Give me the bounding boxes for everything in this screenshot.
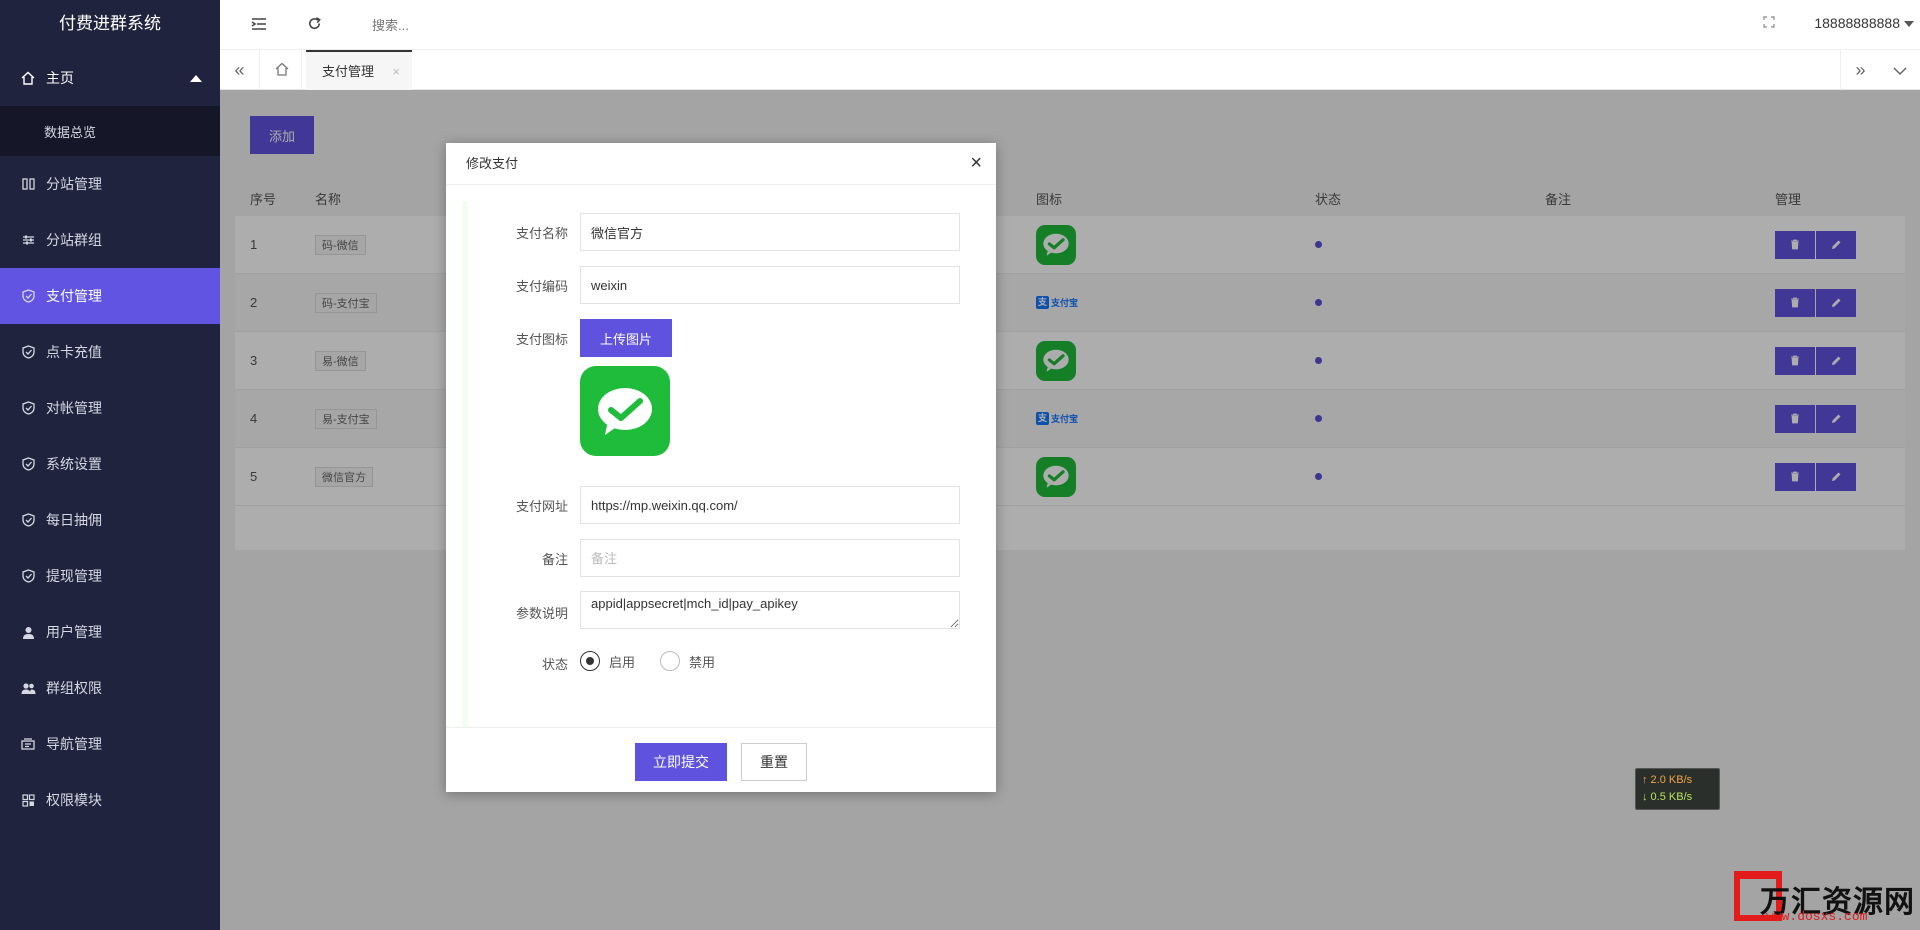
modal-title: 修改支付 (446, 143, 996, 185)
label-note: 备注 (541, 552, 568, 567)
modal-form: 支付名称 支付编码 支付图标 上传图片 支付网址 备注 (468, 201, 966, 727)
home-tab-icon[interactable] (262, 50, 302, 90)
sidebar-item-home[interactable]: 主页 (0, 50, 220, 106)
sidebar-item-label: 用户管理 (46, 624, 102, 640)
modal-footer: 立即提交 重置 (446, 727, 996, 792)
user-menu[interactable]: 18888888888 (1814, 15, 1914, 31)
fullscreen-icon[interactable] (1763, 15, 1775, 31)
sidebar-item[interactable]: 对帐管理 (0, 380, 220, 436)
shield-check-icon (20, 400, 36, 416)
label-code: 支付编码 (515, 279, 568, 294)
shield-check-icon (20, 344, 36, 360)
params-textarea[interactable]: appid|appsecret|mch_id|pay_apikey (580, 591, 960, 629)
tab-close-icon[interactable]: × (392, 52, 400, 92)
menu-collapse-icon[interactable] (248, 14, 270, 36)
radio-label-enable: 启用 (609, 654, 636, 670)
label-url: 支付网址 (515, 499, 568, 514)
status-disable-radio[interactable]: 禁用 (660, 651, 715, 671)
tabs-bar: « 支付管理 × » (220, 50, 1920, 90)
search-input[interactable] (372, 12, 572, 38)
sidebar-item[interactable]: 每日抽佣 (0, 492, 220, 548)
sidebar-item-label: 每日抽佣 (46, 512, 102, 528)
nav-icon (20, 736, 36, 752)
username: 18888888888 (1814, 15, 1900, 31)
sidebar-item-label: 对帐管理 (46, 400, 102, 416)
home-icon (20, 70, 36, 86)
sidebar-item-label: 群组权限 (46, 680, 102, 696)
app-title: 付费进群系统 (59, 14, 161, 33)
dropdown-icon (1904, 21, 1914, 28)
tab-label: 支付管理 (322, 64, 375, 79)
sidebar-item[interactable]: 点卡充值 (0, 324, 220, 380)
sidebar-item-label: 系统设置 (46, 456, 102, 472)
label-status: 状态 (541, 657, 568, 672)
sidebar: 付费进群系统 主页 数据总览 分站管理分站群组支付管理点卡充值对帐管理系统设置每… (0, 0, 220, 930)
radio-checked-icon (580, 651, 600, 671)
upload-speed: ↑ 2.0 KB/s (1642, 774, 1693, 786)
sidebar-item[interactable]: 权限模块 (0, 772, 220, 828)
payment-code-input[interactable] (580, 266, 960, 304)
sidebar-item[interactable]: 分站管理 (0, 156, 220, 212)
payment-url-input[interactable] (580, 486, 960, 524)
sliders-icon (20, 232, 36, 248)
shield-check-icon (20, 456, 36, 472)
watermark-url: www.dosxs.com (1766, 909, 1868, 924)
reset-button[interactable]: 重置 (741, 743, 807, 781)
caret-up-icon (190, 75, 202, 82)
upload-image-button[interactable]: 上传图片 (580, 319, 672, 357)
sidebar-subitem-overview[interactable]: 数据总览 (0, 106, 220, 156)
modal-body: 支付名称 支付编码 支付图标 上传图片 支付网址 备注 (462, 201, 966, 727)
sidebar-item[interactable]: 提现管理 (0, 548, 220, 604)
sidebar-item[interactable]: 分站群组 (0, 212, 220, 268)
sidebar-item-label: 提现管理 (46, 568, 102, 584)
shield-check-icon (20, 568, 36, 584)
note-input[interactable] (580, 539, 960, 577)
tabs-scroll-left-icon[interactable]: « (220, 50, 260, 90)
sidebar-item-label: 权限模块 (46, 792, 102, 808)
sidebar-item-label: 主页 (46, 70, 74, 86)
tab-payment[interactable]: 支付管理 × (306, 50, 413, 92)
status-enable-radio[interactable]: 启用 (580, 651, 635, 671)
net-speed-widget: ↑ 2.0 KB/s ↓ 0.5 KB/s (1635, 768, 1720, 810)
payment-name-input[interactable] (580, 213, 960, 251)
edit-payment-modal: 修改支付 × 支付名称 支付编码 支付图标 上传图片 支付网址 (446, 143, 996, 792)
tabs-scroll-right-icon[interactable]: » (1840, 50, 1880, 90)
download-speed: ↓ 0.5 KB/s (1642, 791, 1693, 803)
sidebar-item[interactable]: 支付管理 (0, 268, 220, 324)
sidebar-item[interactable]: 用户管理 (0, 604, 220, 660)
refresh-icon[interactable] (303, 14, 325, 36)
shield-check-icon (20, 512, 36, 528)
label-name: 支付名称 (515, 226, 568, 241)
sidebar-item-label: 点卡充值 (46, 344, 102, 360)
sidebar-item-label: 分站管理 (46, 176, 102, 192)
sidebar-item[interactable]: 系统设置 (0, 436, 220, 492)
watermark-logo: 万汇资源网 www.dosxs.com (1730, 855, 1915, 925)
label-params: 参数说明 (515, 606, 568, 621)
sidebar-item[interactable]: 导航管理 (0, 716, 220, 772)
radio-label-disable: 禁用 (689, 654, 716, 670)
grid-icon (20, 792, 36, 808)
tabs-menu-icon[interactable] (1880, 50, 1920, 90)
user-icon (20, 624, 36, 640)
sidebar-item-label: 支付管理 (46, 288, 102, 304)
wechat-icon (580, 366, 670, 456)
sidebar-item-label: 导航管理 (46, 736, 102, 752)
columns-icon (20, 176, 36, 192)
sidebar-item[interactable]: 群组权限 (0, 660, 220, 716)
users-icon (20, 680, 36, 696)
submit-button[interactable]: 立即提交 (635, 743, 727, 781)
sidebar-item-label: 分站群组 (46, 232, 102, 248)
shield-check-icon (20, 288, 36, 304)
label-icon: 支付图标 (515, 332, 568, 347)
top-header: 18888888888 (220, 0, 1920, 50)
radio-unchecked-icon (660, 651, 680, 671)
close-icon[interactable]: × (970, 153, 982, 173)
